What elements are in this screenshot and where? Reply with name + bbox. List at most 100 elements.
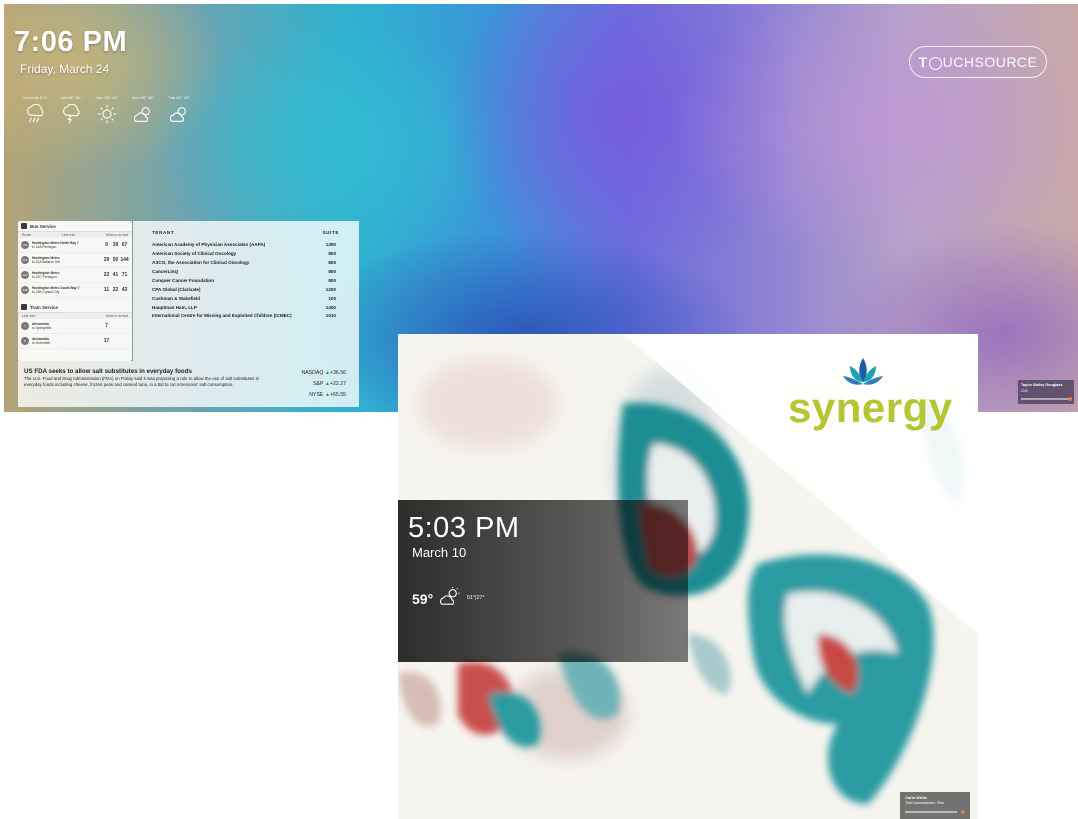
clock-time: 5:03 PM xyxy=(408,512,520,544)
bus-service-title: Bus Service xyxy=(30,223,56,229)
train-row: B Alexandria to Greenbelt 17 xyxy=(18,334,132,349)
col-mins: Mins to Arrival xyxy=(106,314,128,318)
route-badge: 16A xyxy=(21,241,29,249)
arrival-time: 29 xyxy=(103,256,110,263)
arrival-time: 7 xyxy=(105,322,108,329)
progress-bar xyxy=(905,811,957,813)
clock-time: 7:06 PM xyxy=(14,26,128,58)
thunderstorm-icon xyxy=(63,103,80,124)
train-destination: Alexandria to Greenbelt xyxy=(32,337,51,345)
sun-icon xyxy=(97,104,117,124)
arrival-time: 17 xyxy=(103,337,110,344)
arrival-time: 22 xyxy=(112,286,119,293)
weather-day-0: Currently 9 °C xyxy=(22,96,48,129)
partly-cloudy-icon xyxy=(169,107,186,122)
tenant-row[interactable]: Hauptman Ham, LLP 1400 xyxy=(133,303,359,312)
tenant-directory: TENANT SUITE American Academy of Physici… xyxy=(133,221,359,361)
person-role: Trail Commissioner, Ohio xyxy=(905,801,945,805)
synergy-wordmark: synergy xyxy=(788,384,953,431)
brand-text-start: T xyxy=(918,54,928,70)
transit-panel: Bus Service Route Line Info Mins to Arri… xyxy=(18,221,132,361)
person-name: Taylor Bailey Douglass xyxy=(1021,383,1063,387)
indicator-dot xyxy=(1068,397,1072,401)
weather-day-3: Mon 65° 48° xyxy=(130,96,156,129)
clock-date: March 10 xyxy=(412,545,467,560)
col-line-info: Line Info xyxy=(61,233,76,237)
col-tenant: TENANT xyxy=(152,230,175,235)
bus-row: 23B Huntington Metro South Bay 7 to 23B C… xyxy=(18,283,132,298)
col-suite: SUITE xyxy=(322,230,339,235)
bus-service-header: Bus Service xyxy=(18,221,132,232)
touch-icon xyxy=(928,56,942,70)
bus-destination: Huntington Metro to 22A Ballston-MU xyxy=(32,256,61,264)
route-badge: B xyxy=(21,337,29,345)
tenant-row[interactable]: Conquer Cancer Foundation 800 xyxy=(133,276,359,285)
train-service-header: Train Service xyxy=(18,302,132,313)
arrival-time: 43 xyxy=(121,286,128,293)
progress-bar xyxy=(1021,398,1071,400)
bus-destination: Huntington Metro South Bay 7 to 23B Cryst… xyxy=(32,286,80,294)
weather-label: Tue 60° 49° xyxy=(168,95,190,100)
touchsource-logo: T UCHSOURCE xyxy=(909,46,1047,78)
partly-cloudy-icon xyxy=(133,107,150,122)
bus-row: 22A Huntington Metro to 22A Ballston-MU 2… xyxy=(18,253,132,268)
weather-day-1: Sat 63° 46° xyxy=(58,96,84,129)
clock-date: Friday, March 24 xyxy=(20,62,110,76)
route-badge: 22C xyxy=(21,271,29,279)
arrival-time: 144 xyxy=(120,256,129,263)
arrival-time: 50 xyxy=(112,256,119,263)
tenant-row[interactable]: International Centre for Missing and Exp… xyxy=(133,312,359,329)
news-headline: US FDA seeks to allow salt substitutes i… xyxy=(24,368,192,375)
train-icon xyxy=(21,304,27,310)
news-body: The U.S. Food and Drug Administration (F… xyxy=(24,376,260,387)
tenant-row[interactable]: American Academy of Physician Associates… xyxy=(133,240,359,249)
weather-label: Sat 63° 46° xyxy=(60,95,82,100)
weather-day-4: Tue 60° 49° xyxy=(166,96,192,129)
current-temperature: 59° xyxy=(412,591,434,607)
arrival-time: 22 xyxy=(103,271,110,278)
bus-icon xyxy=(21,223,27,229)
arrival-time: 9 xyxy=(105,241,108,248)
brand-text-end: UCHSOURCE xyxy=(942,54,1038,70)
news-ticker: US FDA seeks to allow salt substitutes i… xyxy=(18,361,359,407)
indicator-dot xyxy=(961,810,965,814)
person-role: CNS xyxy=(1021,389,1028,393)
tenant-row[interactable]: CPA Global (Clarivate) 1200 xyxy=(133,285,359,294)
rain-icon xyxy=(27,103,44,123)
route-badge: 23B xyxy=(21,286,29,294)
weather-label: Sun 59° 42° xyxy=(96,95,118,100)
col-line-info: Line Info xyxy=(22,314,36,318)
arrival-time: 71 xyxy=(121,271,128,278)
arrival-time: 39 xyxy=(112,241,119,248)
tenant-row[interactable]: CancerLinQ 800 xyxy=(133,267,359,276)
tenant-row[interactable]: Cushman & Wakefield 100 xyxy=(133,294,359,303)
weather-label: Mon 65° 48° xyxy=(131,95,155,100)
arrival-time: 41 xyxy=(112,271,119,278)
col-mins: Mins to Arrival xyxy=(106,233,128,237)
digital-signage-screen-2: synergy 5:03 PM March 10 59° 51°|27° Car… xyxy=(398,334,978,819)
train-service-title: Train Service xyxy=(30,304,59,310)
stock-ticker: NASDAQ ▲+36.56 S&P ▲+22.27 NYSE ▲+65.55 xyxy=(301,368,346,401)
stock-item: NYSE ▲+65.55 xyxy=(309,392,346,398)
person-card: Carla White Trail Commissioner, Ohio xyxy=(900,792,970,819)
train-row: Y Alexandria to Springfield 7 xyxy=(18,319,132,334)
bus-destination: Huntington Metro North Bay 7 to 16A Penta… xyxy=(32,241,79,249)
bus-row: 22C Huntington Metro to 22C Pentagon 22 41… xyxy=(18,268,132,283)
tenant-row[interactable]: ASCO, the Association for Clinical Oncol… xyxy=(133,258,359,267)
arrival-time: 11 xyxy=(103,286,110,293)
col-route: Route xyxy=(22,233,32,237)
temperature-range: 51°|27° xyxy=(467,595,485,601)
weather-day-2: Sun 59° 42° xyxy=(94,96,120,129)
arrival-time: 67 xyxy=(121,241,128,248)
route-badge: 22A xyxy=(21,256,29,264)
person-name: Carla White xyxy=(905,795,928,800)
directory-header: TENANT SUITE xyxy=(133,221,359,240)
bus-row: 16A Huntington Metro North Bay 7 to 16A P… xyxy=(18,238,132,253)
route-badge: Y xyxy=(21,322,29,330)
train-destination: Alexandria to Springfield xyxy=(32,322,52,330)
stock-item: S&P ▲+22.27 xyxy=(313,381,346,387)
weather-label: Currently 9 °C xyxy=(22,95,48,100)
bus-destination: Huntington Metro to 22C Pentagon xyxy=(32,271,60,279)
stock-item: NASDAQ ▲+36.56 xyxy=(301,370,346,376)
tenant-row[interactable]: American Society of Clinical Oncology 800 xyxy=(133,249,359,258)
